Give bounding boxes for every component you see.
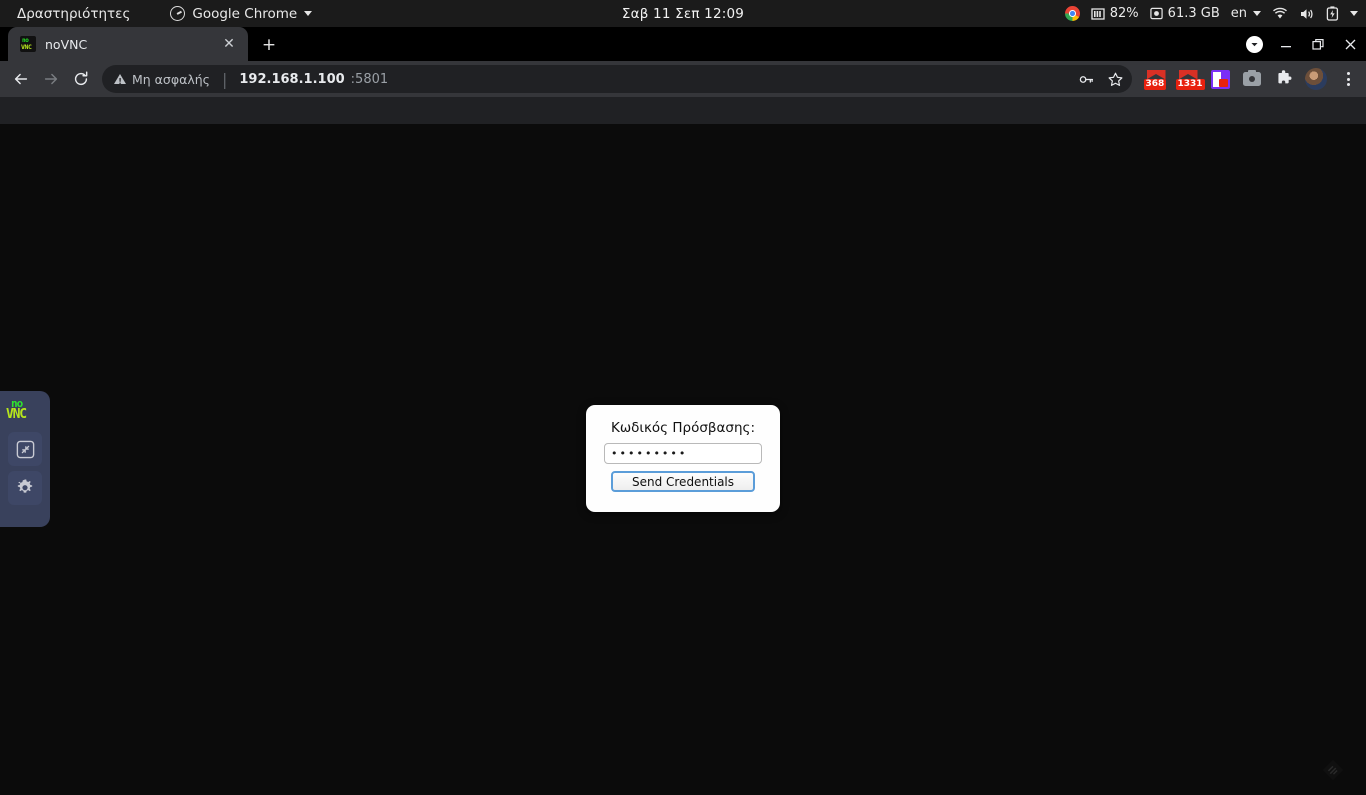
novnc-page: no VNC Κωδικός Πρόσβασης: ••••••••• Send… [0, 124, 1366, 795]
activities-button[interactable]: Δραστηριότητες [8, 3, 139, 25]
tab-title: noVNC [45, 36, 88, 52]
password-input[interactable]: ••••••••• [604, 443, 762, 464]
gmail-icon: 1331 [1175, 69, 1205, 90]
back-button[interactable] [6, 64, 36, 94]
fullscreen-toggle-button[interactable] [8, 432, 42, 466]
novnc-logo: no VNC [5, 397, 45, 427]
restore-icon [1311, 38, 1324, 50]
activities-label: Δραστηριότητες [17, 5, 131, 22]
gnome-left-group: Δραστηριότητες Google Chrome [0, 3, 321, 25]
password-dialog: Κωδικός Πρόσβασης: ••••••••• Send Creden… [586, 405, 780, 512]
address-bar[interactable]: Μη ασφαλής | 192.168.1.100 :5801 [102, 65, 1132, 93]
arrow-left-icon [14, 73, 28, 85]
new-tab-button[interactable]: + [258, 34, 280, 56]
bookmark-star-icon[interactable] [1107, 71, 1124, 88]
download-icon [1245, 35, 1263, 53]
chrome-tray-icon[interactable] [1064, 6, 1080, 21]
url-port: :5801 [350, 71, 389, 87]
download-indicator-button[interactable] [1238, 27, 1270, 61]
reload-icon [74, 71, 88, 86]
gear-icon [17, 479, 33, 493]
window-controls [1238, 27, 1366, 61]
gmail-badge-2: 1331 [1175, 78, 1205, 90]
tab-novnc[interactable]: no VNC noVNC ✕ [8, 27, 248, 61]
clock[interactable]: Σαβ 11 Σεπ 12:09 [622, 6, 744, 22]
password-key-icon[interactable] [1078, 71, 1095, 88]
system-menu-chevron-down-icon[interactable] [1350, 11, 1358, 16]
tab-strip: no VNC noVNC ✕ + [0, 27, 1366, 61]
extensions-area: 368 1331 [1138, 67, 1360, 91]
chevron-down-icon [1253, 11, 1261, 16]
gnome-status-group: 82% 61.3 GB en [1064, 0, 1358, 27]
language-value: en [1230, 6, 1247, 21]
camera-icon [1243, 69, 1261, 86]
minimize-icon [1281, 46, 1291, 48]
url-host: 192.168.1.100 [239, 71, 345, 87]
reload-button[interactable] [66, 64, 96, 94]
novnc-control-bar: no VNC [0, 391, 50, 527]
browser-toolbar: Μη ασφαλής | 192.168.1.100 :5801 368 [0, 61, 1366, 97]
disk-icon [1149, 7, 1163, 20]
close-icon[interactable]: ✕ [218, 33, 240, 55]
screenshot-extension-button[interactable] [1240, 67, 1264, 91]
avatar [1305, 68, 1327, 90]
three-dots-icon [1346, 72, 1350, 86]
profile-avatar-button[interactable] [1304, 67, 1328, 91]
gmail-extension-2-button[interactable]: 1331 [1175, 67, 1205, 91]
arrow-right-icon [44, 73, 58, 85]
memory-indicator[interactable]: 82% [1091, 6, 1139, 21]
shrink-icon [16, 440, 34, 458]
favicon-vnc-text: VNC [21, 43, 32, 51]
password-manager-extension-button[interactable] [1208, 67, 1232, 91]
battery-icon[interactable] [1326, 6, 1339, 21]
gmail-extension-1-button[interactable]: 368 [1143, 67, 1168, 91]
send-credentials-button[interactable]: Send Credentials [611, 471, 755, 492]
maximize-button[interactable] [1302, 27, 1334, 61]
omnibox-content: Μη ασφαλής | 192.168.1.100 :5801 [114, 70, 388, 89]
chevron-down-icon [304, 11, 313, 16]
password-label: Κωδικός Πρόσβασης: [610, 420, 756, 436]
not-secure-warning-icon[interactable] [114, 74, 126, 86]
chrome-menu-button[interactable] [1336, 67, 1360, 91]
extensions-menu-button[interactable] [1272, 67, 1296, 91]
close-icon [1345, 39, 1355, 49]
disk-value: 61.3 GB [1167, 6, 1220, 21]
close-window-button[interactable] [1334, 27, 1366, 61]
volume-icon[interactable] [1299, 7, 1315, 21]
minimize-button[interactable] [1270, 27, 1302, 61]
lock-icon [1210, 69, 1230, 89]
omnibox-actions [1078, 71, 1124, 88]
forward-button [36, 64, 66, 94]
novnc-status-icon [1322, 759, 1344, 781]
novnc-favicon-icon: no VNC [20, 36, 36, 52]
omnibox-separator: | [222, 69, 228, 89]
app-menu-button[interactable]: Google Chrome [161, 3, 321, 25]
chrome-window: no VNC noVNC ✕ + ! Μη ασφαλής | 192.168.… [0, 27, 1366, 795]
memory-icon [1091, 7, 1105, 20]
language-indicator[interactable]: en [1231, 6, 1261, 21]
gnome-top-bar: Δραστηριότητες Google Chrome Σαβ 11 Σεπ … [0, 0, 1366, 27]
memory-value: 82% [1109, 6, 1139, 21]
wifi-icon[interactable] [1272, 7, 1288, 21]
app-menu-label: Google Chrome [192, 5, 298, 22]
disk-indicator[interactable]: 61.3 GB [1149, 6, 1220, 21]
security-status-text: Μη ασφαλής [132, 71, 210, 87]
gmail-badge-1: 368 [1143, 78, 1167, 90]
chevron-down-icon [1250, 42, 1258, 46]
gmail-icon: 368 [1143, 69, 1167, 90]
chrome-icon [170, 6, 186, 21]
settings-button[interactable] [8, 471, 42, 505]
puzzle-piece-icon [1278, 70, 1292, 84]
logo-vnc-text: VNC [6, 407, 27, 422]
